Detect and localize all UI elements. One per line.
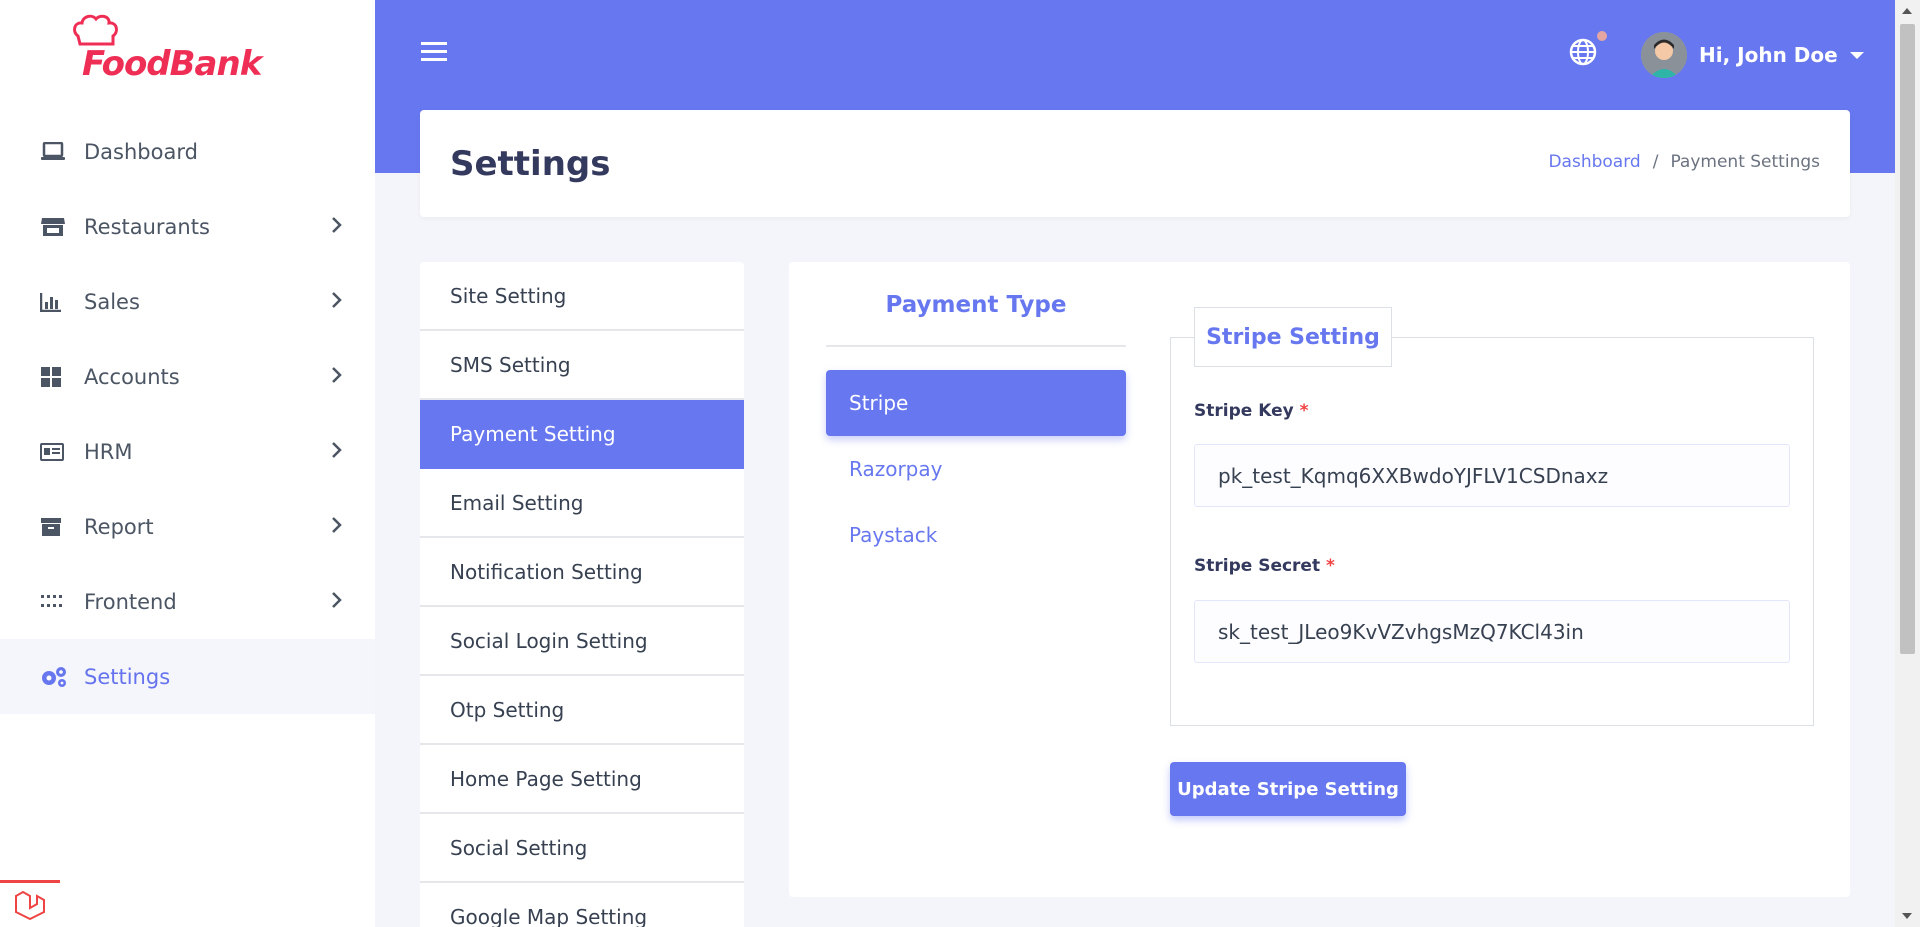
settings-item-social-login[interactable]: Social Login Setting — [420, 607, 744, 676]
sidebar-item-restaurants[interactable]: Restaurants — [0, 189, 375, 264]
breadcrumb-dashboard-link[interactable]: Dashboard — [1548, 152, 1640, 172]
settings-item-payment[interactable]: Payment Setting — [420, 400, 744, 469]
required-mark: * — [1299, 401, 1309, 421]
id-card-icon — [40, 440, 68, 464]
notification-dot — [1597, 31, 1607, 41]
sidebar-item-hrm[interactable]: HRM — [0, 414, 375, 489]
settings-item-home-page[interactable]: Home Page Setting — [420, 745, 744, 814]
dots-grid-icon — [40, 590, 68, 614]
chevron-right-icon — [332, 592, 342, 608]
stripe-fieldset — [1170, 337, 1814, 726]
page-title: Settings — [450, 144, 611, 184]
chef-hat-icon — [73, 14, 118, 46]
scroll-down-arrow-icon[interactable] — [1902, 913, 1912, 919]
payment-type-razorpay[interactable]: Razorpay — [826, 436, 1126, 502]
laptop-icon — [40, 140, 68, 164]
sidebar-item-label: Accounts — [84, 364, 180, 389]
stripe-key-label: Stripe Key * — [1194, 401, 1309, 421]
breadcrumb-separator: / — [1652, 152, 1659, 172]
breadcrumb: Dashboard / Payment Settings — [1548, 152, 1820, 172]
sidebar-item-frontend[interactable]: Frontend — [0, 564, 375, 639]
grid-icon — [40, 365, 68, 389]
sidebar-item-sales[interactable]: Sales — [0, 264, 375, 339]
hamburger-menu-icon[interactable] — [421, 40, 447, 64]
scroll-thumb[interactable] — [1900, 24, 1915, 654]
sidebar-item-report[interactable]: Report — [0, 489, 375, 564]
chevron-right-icon — [332, 217, 342, 233]
archive-icon — [40, 515, 68, 539]
chevron-down-icon — [1849, 51, 1864, 59]
bar-chart-icon — [40, 290, 68, 314]
stripe-secret-label-text: Stripe Secret — [1194, 556, 1321, 576]
sidebar-item-settings[interactable]: Settings — [0, 639, 375, 714]
settings-item-sms[interactable]: SMS Setting — [420, 331, 744, 400]
user-greeting: Hi, John Doe — [1699, 43, 1838, 67]
stripe-key-input[interactable] — [1194, 444, 1790, 507]
chevron-right-icon — [332, 292, 342, 308]
sidebar-item-label: Report — [84, 514, 154, 539]
scroll-up-arrow-icon[interactable] — [1902, 8, 1912, 14]
gears-icon — [40, 665, 68, 689]
sidebar-item-label: Sales — [84, 289, 140, 314]
chevron-right-icon — [332, 517, 342, 533]
laravel-icon — [15, 890, 45, 920]
required-mark: * — [1326, 556, 1335, 576]
stripe-secret-label: Stripe Secret * — [1194, 556, 1335, 576]
user-menu[interactable]: Hi, John Doe — [1641, 32, 1864, 78]
sidebar-item-label: Restaurants — [84, 214, 210, 239]
settings-item-notification[interactable]: Notification Setting — [420, 538, 744, 607]
stripe-secret-input[interactable] — [1194, 600, 1790, 663]
sidebar-item-label: Dashboard — [84, 139, 198, 164]
settings-item-otp[interactable]: Otp Setting — [420, 676, 744, 745]
laravel-debug-badge[interactable] — [0, 880, 60, 927]
sidebar-item-dashboard[interactable]: Dashboard — [0, 114, 375, 189]
payment-type-title: Payment Type — [885, 292, 1067, 318]
brand-logo[interactable]: FoodBank — [72, 14, 292, 84]
sidebar-item-label: Settings — [84, 664, 171, 689]
settings-item-site[interactable]: Site Setting — [420, 262, 744, 331]
payment-settings-card: Payment Type Stripe Razorpay Paystack St… — [789, 262, 1850, 897]
sidebar-item-accounts[interactable]: Accounts — [0, 339, 375, 414]
settings-menu: Site Setting SMS Setting Payment Setting… — [420, 262, 744, 927]
globe-language-icon[interactable] — [1569, 38, 1597, 66]
user-avatar-icon — [1641, 32, 1687, 78]
sidebar-item-label: HRM — [84, 439, 133, 464]
page-scrollbar[interactable] — [1895, 0, 1920, 927]
divider — [826, 345, 1126, 347]
sidebar: FoodBank Dashboard Restaurants Sales Acc… — [0, 0, 375, 927]
breadcrumb-current: Payment Settings — [1670, 152, 1820, 172]
settings-item-social[interactable]: Social Setting — [420, 814, 744, 883]
page-header-card: Settings Dashboard / Payment Settings — [420, 110, 1850, 217]
sidebar-nav: Dashboard Restaurants Sales Accounts HRM… — [0, 114, 375, 714]
chevron-right-icon — [332, 367, 342, 383]
stripe-section-title: Stripe Setting — [1194, 307, 1392, 367]
payment-type-paystack[interactable]: Paystack — [826, 502, 1126, 568]
stripe-key-label-text: Stripe Key — [1194, 401, 1294, 421]
settings-item-email[interactable]: Email Setting — [420, 469, 744, 538]
avatar — [1641, 32, 1687, 78]
payment-type-stripe[interactable]: Stripe — [826, 370, 1126, 436]
brand-name: FoodBank — [82, 44, 262, 84]
sidebar-item-label: Frontend — [84, 589, 177, 614]
settings-item-google-map[interactable]: Google Map Setting — [420, 883, 744, 927]
chevron-right-icon — [332, 442, 342, 458]
update-stripe-setting-button[interactable]: Update Stripe Setting — [1170, 762, 1406, 816]
store-icon — [40, 215, 68, 239]
